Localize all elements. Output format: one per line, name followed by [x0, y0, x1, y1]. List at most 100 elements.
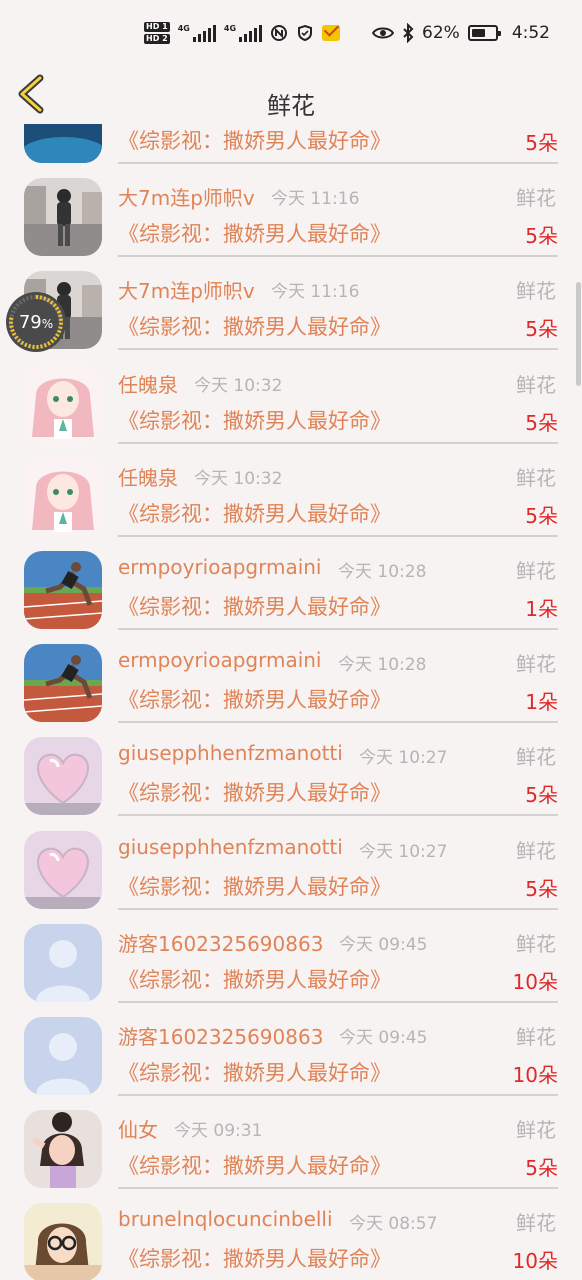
gift-time: 今天 11:16: [271, 282, 360, 303]
book-title-link[interactable]: 《综影视：撒娇男人最好命》: [118, 311, 391, 341]
row-divider: [118, 1187, 558, 1190]
gift-time: 今天 10:32: [194, 375, 283, 396]
gift-type-label: 鲜花: [516, 652, 556, 677]
gift-time: 今天 10:28: [338, 561, 427, 582]
gift-record-row[interactable]: brunelnqlocuncinbelli 今天 08:57 鲜花 《综影视：撒娇男人…: [0, 1193, 582, 1280]
username[interactable]: brunelnqlocuncinbelli: [118, 1207, 333, 1231]
user-avatar[interactable]: [24, 457, 102, 536]
mail-app-icon: [322, 22, 341, 44]
gift-type-label: 鲜花: [516, 1211, 556, 1236]
flower-count: 5朵: [525, 317, 558, 342]
gift-type-label: 鲜花: [516, 1024, 556, 1049]
row-divider: [118, 721, 558, 724]
network-type-1: 4G: [177, 24, 190, 33]
book-title-link[interactable]: 《综影视：撒娇男人最好命》: [118, 1150, 391, 1180]
flower-count: 10朵: [512, 1062, 558, 1087]
flower-count: 5朵: [525, 503, 558, 528]
book-title-link[interactable]: 《综影视：撒娇男人最好命》: [118, 498, 391, 528]
back-arrow-icon: [18, 74, 44, 114]
user-avatar[interactable]: [24, 737, 102, 816]
username[interactable]: ermpoyrioapgrmaini: [118, 648, 322, 672]
row-divider: [118, 441, 558, 444]
row-divider: [118, 627, 558, 630]
shield-icon: [296, 22, 314, 44]
gift-type-label: 鲜花: [516, 372, 556, 397]
gift-type-label: 鲜花: [516, 279, 556, 304]
book-title-link[interactable]: 《综影视：撒娇男人最好命》: [118, 1243, 391, 1273]
user-avatar[interactable]: [24, 1203, 102, 1280]
gift-record-row[interactable]: giusepphhenfzmanotti 今天 10:27 鲜花《综影视：撒娇男人最…: [0, 821, 582, 914]
row-divider: [118, 162, 558, 164]
gift-record-row[interactable]: 大7m连p师帜v 今天 11:16 鲜花《综影视：撒娇男人最好命》 5朵: [0, 261, 582, 354]
book-title-link[interactable]: 《综影视：撒娇男人最好命》: [118, 125, 391, 155]
gift-type-label: 鲜花: [516, 838, 556, 863]
hd-indicator: HD 1 HD 2: [144, 22, 170, 44]
nfc-icon: [270, 22, 288, 44]
flower-count: 5朵: [525, 224, 558, 249]
book-title-link[interactable]: 《综影视：撒娇男人最好命》: [118, 405, 391, 435]
gift-record-row[interactable]: 任魄泉 今天 10:32 鲜花《综影视：撒娇男人最好命》 5朵: [0, 355, 582, 448]
flower-count: 10朵: [512, 1249, 558, 1274]
user-avatar[interactable]: [24, 550, 102, 629]
user-avatar[interactable]: [24, 1110, 102, 1189]
flower-count: 10朵: [512, 969, 558, 994]
username[interactable]: 游客1602325690863: [118, 928, 323, 957]
gift-record-row[interactable]: 仙女 今天 09:31 鲜花 《综影视：撒娇男人最好命》 5朵: [0, 1100, 582, 1193]
gift-time: 今天 09:45: [339, 934, 428, 955]
username[interactable]: giusepphhenfzmanotti: [118, 741, 343, 765]
user-avatar[interactable]: [24, 1016, 102, 1095]
eye-icon: [372, 22, 395, 44]
username[interactable]: 任魄泉: [118, 462, 178, 491]
book-title-link[interactable]: 《综影视：撒娇男人最好命》: [118, 591, 391, 621]
row-divider: [118, 1000, 558, 1003]
username[interactable]: 仙女: [118, 1114, 158, 1143]
book-title-link[interactable]: 《综影视：撒娇男人最好命》: [118, 777, 391, 807]
clock: 4:52: [511, 23, 550, 43]
gift-record-row[interactable]: 任魄泉 今天 10:32 鲜花 《综影视：撒娇男人最好命》 5朵: [0, 448, 582, 541]
gift-record-row[interactable]: giusepphhenfzmanotti 今天 10:27 鲜花 《综影视：撒娇男人最…: [0, 727, 582, 820]
back-button[interactable]: [14, 74, 48, 114]
row-divider: [118, 255, 558, 258]
gift-record-row[interactable]: 游客1602325690863 今天 09:45 鲜花 《综影视：撒娇男人最好命》 10…: [0, 914, 582, 1007]
gift-record-row[interactable]: 大7m连p师帜v 今天 11:16 鲜花 《综影视：撒娇男人最好命》 5朵: [0, 168, 582, 261]
row-divider: [118, 348, 558, 351]
gift-time: 今天 10:27: [359, 841, 448, 862]
row-divider: [118, 534, 558, 537]
flower-gift-list[interactable]: 《综影视：撒娇男人最好命》 5朵 大7m连p师帜v 今天 11:16 鲜花 《综影视：撒娇…: [0, 120, 582, 1280]
user-avatar[interactable]: [24, 923, 102, 1002]
user-avatar[interactable]: [24, 644, 102, 723]
gift-record-row[interactable]: 游客1602325690863 今天 09:45 鲜花《综影视：撒娇男人最好命》 10…: [0, 1007, 582, 1100]
progress-value: 79%: [18, 311, 54, 333]
user-avatar[interactable]: [24, 178, 102, 257]
gift-record-row[interactable]: 《综影视：撒娇男人最好命》 5朵: [0, 120, 582, 168]
gift-type-label: 鲜花: [516, 558, 556, 583]
book-title-link[interactable]: 《综影视：撒娇男人最好命》: [118, 964, 391, 994]
hd2-label: HD 2: [144, 34, 170, 44]
app-screen: HD 1 HD 2 4G 4G 62% 4:52 鲜花 《综影视：撒娇男人最好命…: [0, 0, 582, 1280]
flower-count: 5朵: [525, 131, 558, 155]
flower-count: 5朵: [525, 410, 558, 435]
book-title-link[interactable]: 《综影视：撒娇男人最好命》: [118, 1057, 391, 1087]
gift-record-row[interactable]: ermpoyrioapgrmaini 今天 10:28 鲜花《综影视：撒娇男人最好命…: [0, 541, 582, 634]
scrollbar[interactable]: [576, 282, 581, 386]
user-avatar[interactable]: [24, 364, 102, 443]
username[interactable]: giusepphhenfzmanotti: [118, 835, 343, 859]
gift-time: 今天 09:45: [339, 1027, 428, 1048]
gift-type-label: 鲜花: [516, 465, 556, 490]
floating-progress-widget[interactable]: 79%: [6, 292, 66, 352]
username[interactable]: 大7m连p师帜v: [118, 275, 255, 304]
user-avatar[interactable]: [24, 120, 102, 163]
book-title-link[interactable]: 《综影视：撒娇男人最好命》: [118, 871, 391, 901]
flower-count: 1朵: [525, 596, 558, 621]
username[interactable]: 任魄泉: [118, 369, 178, 398]
gift-type-label: 鲜花: [516, 745, 556, 770]
book-title-link[interactable]: 《综影视：撒娇男人最好命》: [118, 684, 391, 714]
username[interactable]: ermpoyrioapgrmaini: [118, 555, 322, 579]
header-bar: 鲜花: [0, 70, 582, 124]
gift-record-row[interactable]: ermpoyrioapgrmaini 今天 10:28 鲜花 《综影视：撒娇男人最好命…: [0, 634, 582, 727]
book-title-link[interactable]: 《综影视：撒娇男人最好命》: [118, 218, 391, 248]
user-avatar[interactable]: [24, 830, 102, 909]
username[interactable]: 大7m连p师帜v: [118, 182, 255, 211]
username[interactable]: 游客1602325690863: [118, 1021, 323, 1050]
gift-type-label: 鲜花: [516, 186, 556, 211]
